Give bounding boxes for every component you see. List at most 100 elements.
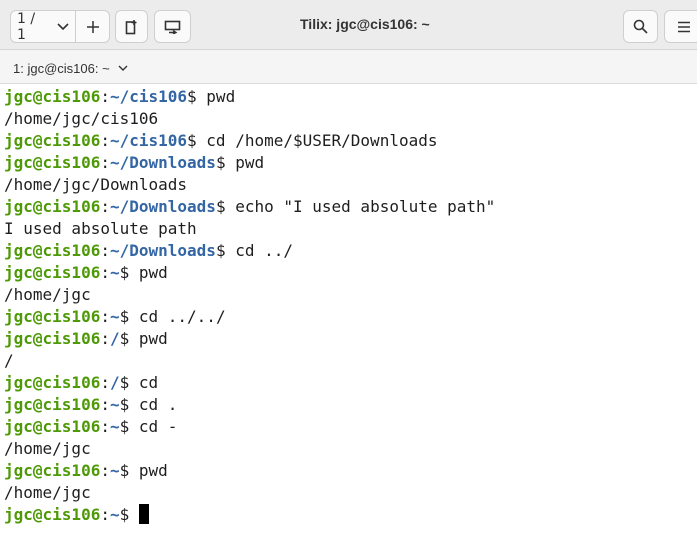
prompt-user-host: jgc@cis106 — [4, 131, 101, 150]
prompt-symbol: $ — [187, 131, 207, 150]
search-icon — [633, 19, 648, 34]
prompt-path: ~ — [109, 395, 120, 414]
chevron-down-icon — [57, 22, 69, 31]
terminal-view[interactable]: jgc@cis106:~/cis106$ pwd/home/jgc/cis106… — [0, 86, 697, 556]
prompt-path: / — [109, 329, 120, 348]
prompt-user-host: jgc@cis106 — [4, 505, 101, 524]
output-line: /home/jgc/Downloads — [4, 175, 188, 194]
prompt-user-host: jgc@cis106 — [4, 417, 101, 436]
prompt-user-host: jgc@cis106 — [4, 153, 101, 172]
command-text: pwd — [138, 461, 168, 480]
sync-input-button[interactable] — [154, 10, 191, 43]
session-counter: 1 / 1 — [17, 10, 36, 43]
tab-label: 1: jgc@cis106: ~ — [13, 60, 110, 76]
prompt-path: ~/Downloads — [109, 153, 216, 172]
output-line: / — [4, 351, 14, 370]
prompt-user-host: jgc@cis106 — [4, 329, 101, 348]
prompt-symbol: $ — [215, 197, 236, 216]
prompt-separator: : — [100, 241, 110, 260]
prompt-path: ~/Downloads — [109, 241, 216, 260]
prompt-separator: : — [100, 373, 110, 392]
prompt-line: jgc@cis106:~/cis106$ cd /home/$USER/Down… — [4, 130, 437, 152]
prompt-separator: : — [100, 461, 110, 480]
hamburger-menu-icon — [677, 21, 691, 33]
prompt-symbol: $ — [215, 241, 236, 260]
search-button[interactable] — [623, 10, 658, 43]
prompt-user-host: jgc@cis106 — [4, 307, 101, 326]
prompt-line: jgc@cis106:~$ pwd — [4, 262, 168, 284]
prompt-line: jgc@cis106:/$ cd — [4, 372, 158, 394]
prompt-symbol: $ — [119, 395, 139, 414]
output-line: /home/jgc/cis106 — [4, 109, 159, 128]
tab-terminal-1[interactable]: 1: jgc@cis106: ~ — [13, 59, 128, 77]
command-text: echo "I used absolute path" — [235, 197, 496, 216]
prompt-line: jgc@cis106:~$ pwd — [4, 460, 168, 482]
prompt-line: jgc@cis106:~/Downloads$ echo "I used abs… — [4, 196, 495, 218]
output-line: /home/jgc — [4, 439, 91, 458]
prompt-path: ~ — [109, 461, 120, 480]
prompt-path: ~/Downloads — [109, 197, 216, 216]
prompt-line: jgc@cis106:~/Downloads$ pwd — [4, 152, 264, 174]
session-switcher-button[interactable]: 1 / 1 — [10, 10, 76, 43]
command-text: cd ../../ — [138, 307, 226, 326]
prompt-symbol: $ — [119, 263, 139, 282]
prompt-path: ~ — [109, 307, 120, 326]
prompt-symbol: $ — [119, 461, 139, 480]
prompt-user-host: jgc@cis106 — [4, 461, 101, 480]
prompt-user-host: jgc@cis106 — [4, 395, 101, 414]
prompt-symbol: $ — [119, 307, 139, 326]
prompt-separator: : — [100, 131, 110, 150]
sync-input-icon — [164, 20, 182, 34]
prompt-line: jgc@cis106:~/cis106$ pwd — [4, 86, 235, 108]
prompt-separator: : — [100, 505, 110, 524]
prompt-user-host: jgc@cis106 — [4, 373, 101, 392]
prompt-user-host: jgc@cis106 — [4, 263, 101, 282]
add-terminal-icon — [125, 19, 139, 35]
prompt-separator: : — [100, 417, 110, 436]
output-line: I used absolute path — [4, 219, 197, 238]
prompt-separator: : — [100, 153, 110, 172]
prompt-path: ~/cis106 — [109, 87, 188, 106]
prompt-separator: : — [100, 329, 110, 348]
prompt-line: jgc@cis106:~$ cd - — [4, 416, 177, 438]
prompt-separator: : — [100, 87, 110, 106]
prompt-separator: : — [100, 197, 110, 216]
prompt-path: ~/cis106 — [109, 131, 188, 150]
prompt-path: ~ — [109, 263, 120, 282]
prompt-user-host: jgc@cis106 — [4, 197, 101, 216]
prompt-line: jgc@cis106:~$ cd . — [4, 394, 177, 416]
command-text: cd - — [138, 417, 178, 436]
prompt-symbol: $ — [119, 417, 139, 436]
command-text: pwd — [138, 263, 168, 282]
plus-icon — [86, 20, 100, 34]
prompt-line: jgc@cis106:~$ — [4, 504, 149, 526]
command-text: pwd — [206, 87, 236, 106]
prompt-user-host: jgc@cis106 — [4, 87, 101, 106]
header-bar: 1 / 1 Tilix: jgc@cis106: ~ — [0, 0, 697, 50]
prompt-path: / — [109, 373, 120, 392]
command-text: cd /home/$USER/Downloads — [206, 131, 438, 150]
prompt-line: jgc@cis106:~$ cd ../../ — [4, 306, 226, 328]
prompt-symbol: $ — [119, 373, 139, 392]
prompt-line: jgc@cis106:~/Downloads$ cd ../ — [4, 240, 293, 262]
add-terminal-button[interactable] — [115, 10, 148, 43]
command-text: cd . — [138, 395, 178, 414]
menu-button[interactable] — [664, 10, 697, 43]
prompt-symbol: $ — [119, 505, 139, 524]
prompt-user-host: jgc@cis106 — [4, 241, 101, 260]
command-text: cd — [138, 373, 159, 392]
prompt-separator: : — [100, 307, 110, 326]
prompt-symbol: $ — [119, 329, 139, 348]
prompt-separator: : — [100, 395, 110, 414]
prompt-path: ~ — [109, 505, 120, 524]
command-text: pwd — [235, 153, 265, 172]
prompt-line: jgc@cis106:/$ pwd — [4, 328, 168, 350]
prompt-symbol: $ — [215, 153, 236, 172]
add-session-button[interactable] — [76, 10, 110, 43]
output-line: /home/jgc — [4, 285, 91, 304]
text-cursor — [138, 504, 149, 524]
prompt-symbol: $ — [187, 87, 207, 106]
command-text: cd ../ — [235, 241, 293, 260]
chevron-down-icon[interactable] — [118, 65, 128, 72]
output-line: /home/jgc — [4, 483, 91, 502]
